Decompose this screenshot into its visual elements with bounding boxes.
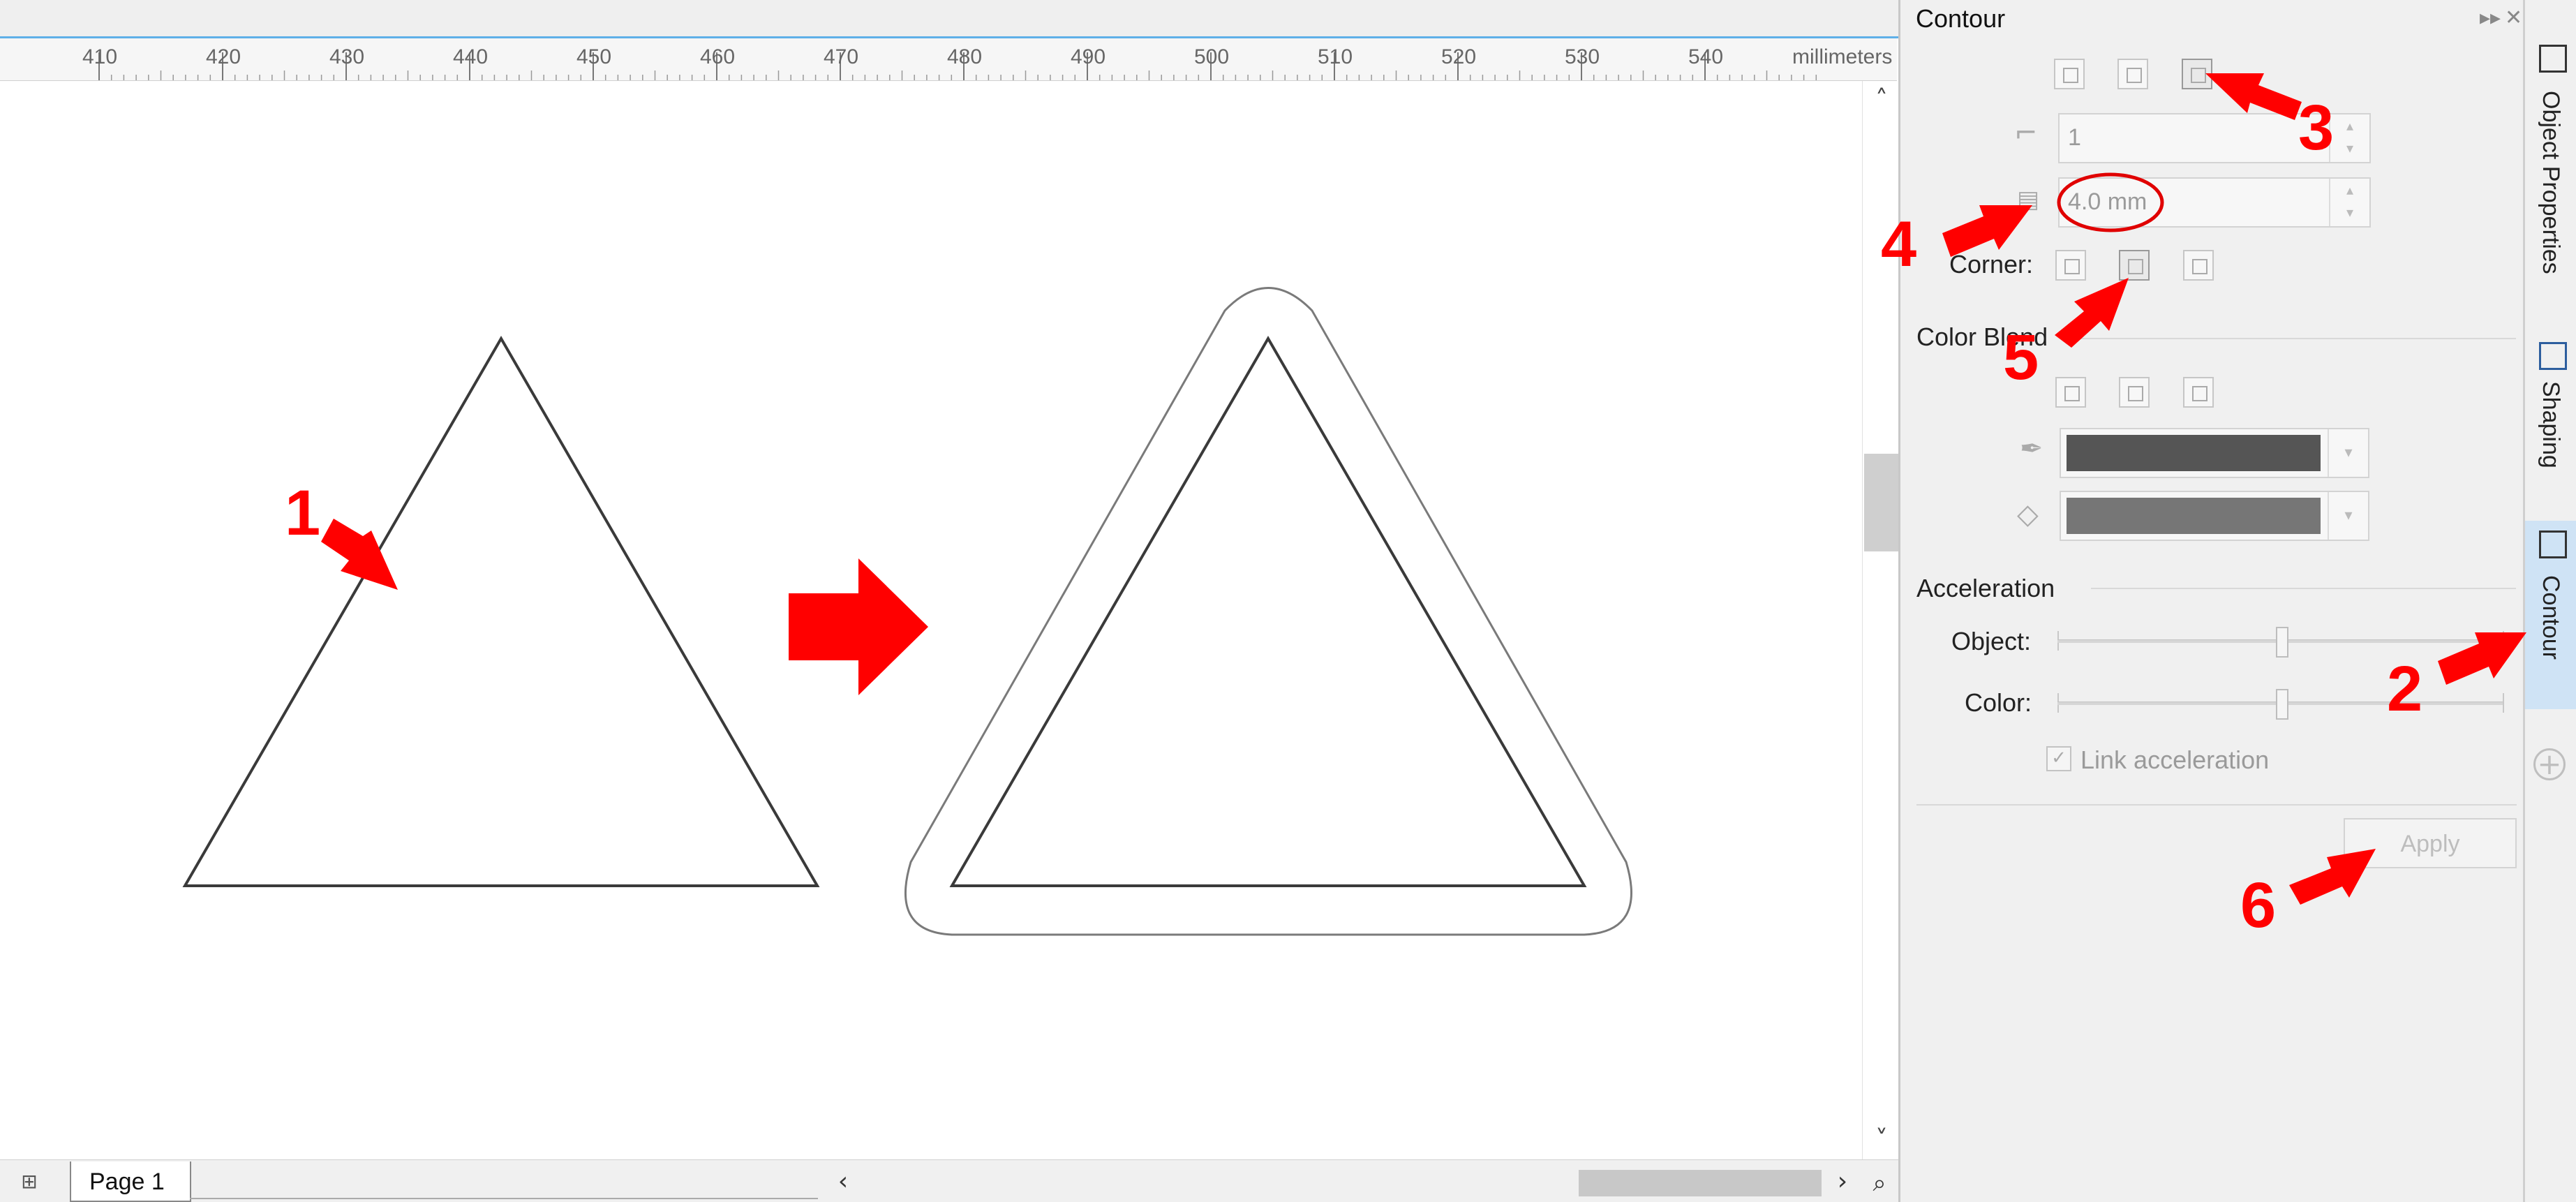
ruler-label: 540 [1688, 45, 1723, 68]
corner-round-button[interactable] [2119, 250, 2150, 281]
inside-contour-button[interactable] [2117, 59, 2148, 89]
corner-mitered-button[interactable] [2055, 250, 2086, 281]
page-navigation-bar: ⊞ Page 1 ‹ › ⌕ [0, 1159, 1898, 1202]
page-tab-track [190, 1163, 818, 1199]
tab-contour-label: Contour [2538, 575, 2564, 660]
ruler-label: 500 [1194, 45, 1229, 68]
color-slider-knob[interactable] [2276, 689, 2288, 720]
scroll-right-icon[interactable]: › [1829, 1164, 1856, 1199]
horizontal-scroll-thumb[interactable] [1579, 1170, 1822, 1196]
ruler-label: 420 [206, 45, 241, 68]
fill-color-picker[interactable]: ▾ [2060, 491, 2369, 541]
steps-value: 1 [2068, 124, 2081, 151]
docker-close-icon[interactable]: ✕ [2505, 6, 2522, 30]
annotation-number-1: 1 [285, 477, 321, 549]
color-acceleration-slider[interactable] [2057, 688, 2504, 720]
object-acceleration-slider[interactable] [2057, 625, 2504, 658]
ruler-label: 520 [1441, 45, 1476, 68]
contour-inner-triangle[interactable] [949, 336, 1587, 887]
outline-pen-icon: ✒ [2020, 433, 2043, 465]
tab-object-properties[interactable]: Object Properties [2525, 42, 2576, 293]
contour-outline[interactable] [904, 287, 1632, 936]
link-acceleration-checkbox[interactable]: ✓ [2046, 746, 2071, 771]
annotation-number-6: 6 [2240, 870, 2277, 941]
docker-collapse-icon[interactable]: ▸▸ [2480, 6, 2501, 30]
apply-button[interactable]: Apply [2344, 818, 2517, 868]
ruler-label: 460 [700, 45, 735, 68]
ruler-label: 450 [576, 45, 611, 68]
fill-color-dropdown-icon[interactable]: ▾ [2328, 492, 2368, 540]
corner-label: Corner: [1949, 250, 2034, 279]
to-center-button[interactable] [2054, 59, 2085, 89]
zoom-icon[interactable]: ⌕ [1862, 1166, 1897, 1201]
color-blend-divider [2062, 338, 2516, 339]
vertical-scroll-thumb[interactable] [1864, 454, 1899, 551]
docker-title: Contour [1916, 4, 2006, 33]
apply-divider [1916, 804, 2517, 806]
offset-icon: ▤ [2017, 186, 2040, 214]
outline-color-swatch [2067, 435, 2321, 471]
drawing-canvas[interactable] [0, 81, 1862, 1159]
docker-tab-strip: Object Properties Shaping Contour [2523, 0, 2576, 1202]
add-docker-icon[interactable]: + [2533, 748, 2566, 780]
ruler-label: 430 [329, 45, 364, 68]
annotation-number-2: 2 [2387, 653, 2423, 725]
fill-bucket-icon: ◇ [2017, 498, 2039, 530]
tab-object-properties-label: Object Properties [2538, 91, 2564, 274]
canvas-shapes [182, 287, 1632, 936]
clockwise-blend-button[interactable] [2119, 377, 2150, 408]
ruler-label: 470 [824, 45, 858, 68]
ruler-label: 480 [947, 45, 982, 68]
tab-contour[interactable]: Contour [2525, 521, 2576, 709]
page-tab[interactable]: Page 1 [70, 1162, 191, 1202]
object-properties-icon [2539, 45, 2567, 73]
annotation-number-3: 3 [2298, 92, 2335, 163]
ruler-label: 410 [82, 45, 117, 68]
ruler-label: 530 [1565, 45, 1600, 68]
corner-bevel-button[interactable] [2183, 250, 2214, 281]
color-accel-label: Color: [1965, 688, 2032, 717]
acceleration-divider [2091, 588, 2516, 589]
outline-color-dropdown-icon[interactable]: ▾ [2328, 429, 2368, 477]
annotation-number-4: 4 [1881, 209, 1917, 280]
linear-blend-button[interactable] [2055, 377, 2086, 408]
steps-icon: ⌐ [2014, 117, 2038, 149]
offset-spinbox[interactable]: 4.0 mm ▴ ▾ [2058, 177, 2371, 228]
annotation-number-5: 5 [2003, 322, 2039, 393]
contour-tab-icon [2539, 530, 2567, 558]
ruler-ticks: 410 420 430 440 450 460 470 480 490 500 510 520 530 5… [82, 45, 1892, 80]
slider-end-tick [2503, 631, 2504, 651]
original-triangle[interactable] [182, 336, 820, 887]
acceleration-heading: Acceleration [1916, 574, 2055, 602]
fill-color-swatch [2067, 498, 2321, 534]
top-strip [0, 0, 1898, 38]
scroll-up-icon[interactable]: ˄ [1864, 82, 1899, 117]
shaping-icon [2539, 342, 2567, 370]
tab-shaping[interactable]: Shaping [2525, 335, 2576, 489]
outline-color-picker[interactable]: ▾ [2060, 428, 2369, 478]
object-accel-label: Object: [1951, 627, 2032, 655]
scroll-left-icon[interactable]: ‹ [829, 1164, 857, 1199]
ruler-unit-label: millimeters [1792, 45, 1892, 68]
ruler-label: 490 [1071, 45, 1105, 68]
slider-end-tick [2503, 693, 2504, 713]
page-tab-label: Page 1 [89, 1168, 165, 1195]
tab-shaping-label: Shaping [2538, 381, 2564, 468]
offset-spin-arrows[interactable]: ▴ ▾ [2329, 179, 2369, 226]
link-acceleration-label: Link acceleration [2080, 745, 2270, 774]
offset-value: 4.0 mm [2068, 188, 2147, 215]
ruler-label: 510 [1318, 45, 1353, 68]
horizontal-ruler: 410 420 430 440 450 460 470 480 490 500 510 520 530 5… [0, 38, 1897, 81]
add-page-icon[interactable]: ⊞ [15, 1170, 43, 1194]
transform-arrow [789, 558, 928, 695]
scroll-down-icon[interactable]: ˅ [1864, 1122, 1899, 1157]
object-slider-knob[interactable] [2276, 627, 2288, 658]
outside-contour-button[interactable] [2182, 59, 2212, 89]
app-window: 410 420 430 440 450 460 470 480 490 500 510 520 530 5… [0, 0, 2576, 1202]
counterclockwise-blend-button[interactable] [2183, 377, 2214, 408]
ruler-label: 440 [453, 45, 488, 68]
steps-spin-arrows[interactable]: ▴ ▾ [2329, 114, 2369, 162]
